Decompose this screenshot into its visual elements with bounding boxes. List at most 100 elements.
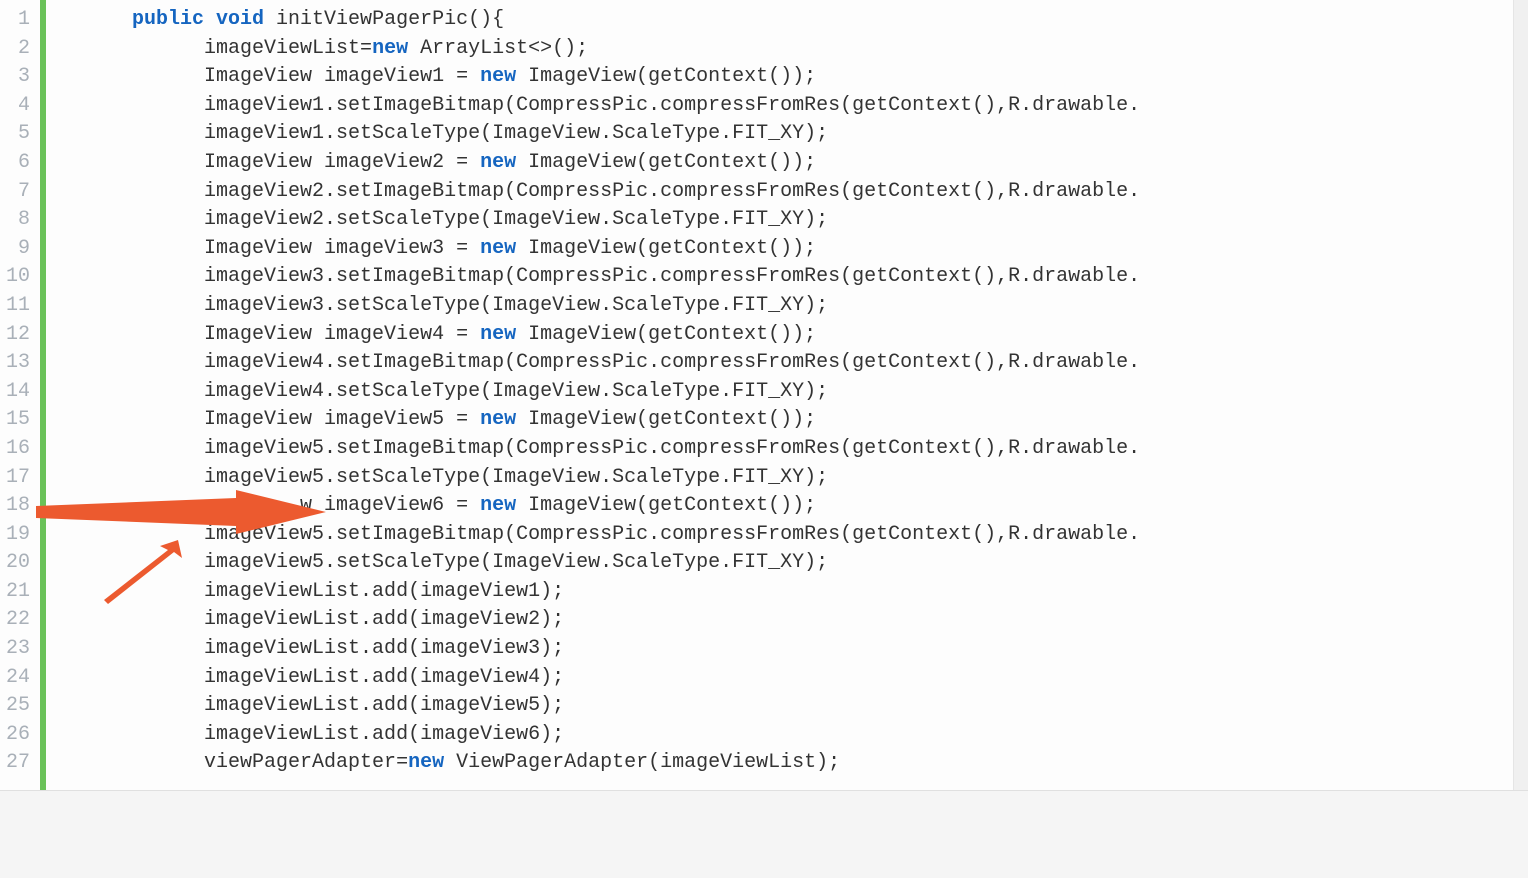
line-number: 23 [0,635,34,664]
line-number: 14 [0,378,34,407]
code-line[interactable]: imageViewList.add(imageView2); [60,606,1528,635]
line-number: 13 [0,349,34,378]
code-line[interactable]: viewPagerAdapter=new ViewPagerAdapter(im… [60,749,1528,778]
line-number: 10 [0,263,34,292]
line-number: 6 [0,149,34,178]
editor-bottom-gap [0,791,1528,861]
code-token: ImageView imageView3 = [204,237,480,260]
code-token: new [480,237,528,260]
code-line[interactable]: imageViewList=new ArrayList<>(); [60,35,1528,64]
code-token: imageView4.setImageBitmap(CompressPic.co… [204,351,1140,374]
code-token: imageView5.setScaleType(ImageView.ScaleT… [204,551,828,574]
line-number: 1 [0,6,34,35]
code-token: imageViewList.add(imageView2); [204,608,564,631]
line-number: 22 [0,606,34,635]
code-token: imageView5.setImageBitmap(CompressPic.co… [204,437,1140,460]
code-line[interactable]: imageView5.setScaleType(ImageView.ScaleT… [60,464,1528,493]
code-line[interactable]: ImageView imageView3 = new ImageView(get… [60,235,1528,264]
code-token: imageView2.setScaleType(ImageView.ScaleT… [204,208,828,231]
line-number: 17 [0,464,34,493]
code-token: imageViewList.add(imageView4); [204,666,564,689]
code-line[interactable]: imageView4.setScaleType(ImageView.ScaleT… [60,378,1528,407]
code-token: ImageView(getContext()); [528,237,816,260]
code-token: public [132,8,216,31]
code-token: void [216,8,276,31]
code-line[interactable]: imageViewList.add(imageView4); [60,664,1528,693]
code-token: imageViewList.add(imageView1); [204,580,564,603]
line-number: 15 [0,406,34,435]
code-line[interactable]: ImageView imageView2 = new ImageView(get… [60,149,1528,178]
code-token: new [480,494,528,517]
line-number: 9 [0,235,34,264]
code-token: new [480,323,528,346]
code-line[interactable]: imageView1.setScaleType(ImageView.ScaleT… [60,120,1528,149]
code-line[interactable]: ImageView imageView5 = new ImageView(get… [60,406,1528,435]
code-token: new [408,751,456,774]
code-token: initViewPagerPic(){ [276,8,504,31]
code-line[interactable]: imageView3.setScaleType(ImageView.ScaleT… [60,292,1528,321]
code-token: ViewPagerAdapter(imageViewList); [456,751,840,774]
line-number: 11 [0,292,34,321]
code-editor: 1234567891011121314151617181920212223242… [0,0,1528,791]
code-token: imageView5.setImageBitmap(CompressPic.co… [204,523,1140,546]
code-line[interactable]: imageView2.setImageBitmap(CompressPic.co… [60,178,1528,207]
code-token: ImageView(getContext()); [528,151,816,174]
code-token: ImageView imageView5 = [204,408,480,431]
code-token: imageView3.setImageBitmap(CompressPic.co… [204,265,1140,288]
code-token: new [372,37,420,60]
code-token: ImageView(getContext()); [528,408,816,431]
code-token: ImageView(getContext()); [528,65,816,88]
code-line[interactable]: public void initViewPagerPic(){ [60,6,1528,35]
line-number: 8 [0,206,34,235]
code-token: imageView2.setImageBitmap(CompressPic.co… [204,180,1140,203]
code-line[interactable]: imageViewList.add(imageView5); [60,692,1528,721]
code-line[interactable]: imageView5.setImageBitmap(CompressPic.co… [60,435,1528,464]
code-line[interactable]: imageView4.setImageBitmap(CompressPic.co… [60,349,1528,378]
code-line[interactable]: imageView3.setImageBitmap(CompressPic.co… [60,263,1528,292]
line-number: 2 [0,35,34,64]
code-token: ImageView imageView2 = [204,151,480,174]
code-token: ImageView imageView4 = [204,323,480,346]
vertical-scrollbar[interactable] [1513,0,1528,790]
code-token: viewPagerAdapter= [204,751,408,774]
line-number: 24 [0,664,34,693]
code-line[interactable]: w imageView6 = new ImageView(getContext(… [60,492,1528,521]
code-token: new [480,151,528,174]
code-token: new [480,65,528,88]
line-number: 16 [0,435,34,464]
line-number: 5 [0,120,34,149]
code-token: imageViewList= [204,37,372,60]
code-line[interactable]: imageViewList.add(imageView3); [60,635,1528,664]
code-line[interactable]: imageView5.setScaleType(ImageView.ScaleT… [60,549,1528,578]
code-token: imageViewList.add(imageView3); [204,637,564,660]
line-number: 27 [0,749,34,778]
line-number-gutter: 1234567891011121314151617181920212223242… [0,0,40,790]
line-number: 19 [0,521,34,550]
code-line[interactable]: imageView1.setImageBitmap(CompressPic.co… [60,92,1528,121]
line-number: 12 [0,321,34,350]
line-number: 25 [0,692,34,721]
line-number: 20 [0,549,34,578]
code-line[interactable]: imageViewList.add(imageView1); [60,578,1528,607]
line-number: 7 [0,178,34,207]
code-line[interactable]: imageView5.setImageBitmap(CompressPic.co… [60,521,1528,550]
code-token: imageView4.setScaleType(ImageView.ScaleT… [204,380,828,403]
code-token: imageView3.setScaleType(ImageView.ScaleT… [204,294,828,317]
code-line[interactable]: ImageView imageView1 = new ImageView(get… [60,63,1528,92]
code-token: ImageView(getContext()); [528,323,816,346]
code-token: imageView1.setImageBitmap(CompressPic.co… [204,94,1140,117]
code-line[interactable]: imageViewList.add(imageView6); [60,721,1528,750]
code-token: ImageView imageView1 = [204,65,480,88]
code-line[interactable]: imageView2.setScaleType(ImageView.ScaleT… [60,206,1528,235]
code-token: ArrayList<>(); [420,37,588,60]
line-number: 18 [0,492,34,521]
code-token: imageView1.setScaleType(ImageView.ScaleT… [204,122,828,145]
line-number: 26 [0,721,34,750]
line-number: 21 [0,578,34,607]
code-token: imageViewList.add(imageView6); [204,723,564,746]
code-token: ImageView(getContext()); [528,494,816,517]
line-number: 3 [0,63,34,92]
code-line[interactable]: ImageView imageView4 = new ImageView(get… [60,321,1528,350]
code-area[interactable]: public void initViewPagerPic(){ imageVie… [46,0,1528,790]
code-token: new [480,408,528,431]
